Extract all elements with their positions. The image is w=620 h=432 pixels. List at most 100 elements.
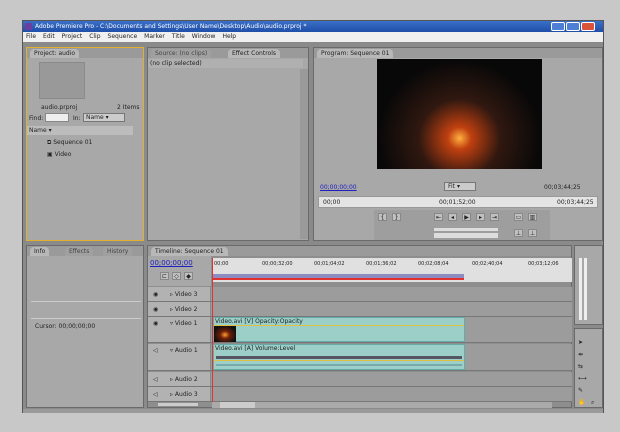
extract-button[interactable]: ⊥: [528, 229, 537, 237]
find-input[interactable]: [45, 113, 69, 122]
program-ruler[interactable]: 00;00 00;01;52;00 00;03;44;25: [318, 196, 598, 208]
find-label: Find:: [29, 115, 44, 122]
step-back-button[interactable]: ◂: [448, 213, 457, 221]
add-marker-button[interactable]: ◆: [184, 272, 193, 280]
timeline-panel: Timeline: Sequence 01 00;00;00;00 ⊏ ◇ ◆ …: [147, 245, 572, 408]
program-timecode[interactable]: 00;00;00;00: [320, 184, 357, 192]
opacity-line[interactable]: [214, 325, 464, 326]
clip-thumbnail: [214, 326, 236, 342]
column-label: Name: [29, 127, 47, 134]
track-label: ▹ Audio 3: [170, 391, 198, 398]
in-dropdown-value: Name: [86, 114, 104, 121]
scroll-thumb[interactable]: [220, 402, 255, 408]
shuttle-slider[interactable]: [434, 228, 498, 231]
ruler-label: 00;03;44;25: [557, 199, 594, 206]
tab-history[interactable]: History: [103, 247, 133, 256]
marker-button[interactable]: ◇: [172, 272, 181, 280]
audio-clip[interactable]: Video.avi [A] Volume:Level: [213, 344, 465, 370]
menu-bar: File Edit Project Clip Sequence Marker Title Wi…: [23, 32, 603, 42]
safe-margins-button[interactable]: ▥: [528, 213, 537, 221]
menu-edit[interactable]: Edit: [43, 33, 55, 40]
cursor-readout: Cursor: 00;00;00;00: [35, 323, 96, 330]
no-clip-label: (no clip selected): [148, 59, 303, 68]
speaker-icon[interactable]: ◁: [153, 391, 158, 399]
premiere-window: Adobe Premiere Pro - C:\Documents and Se…: [22, 20, 604, 413]
in-dropdown[interactable]: Name ▾: [83, 113, 125, 122]
window-title: Adobe Premiere Pro - C:\Documents and Se…: [35, 23, 307, 30]
divider: [31, 318, 141, 319]
rate-stretch-tool-icon[interactable]: ⇆: [578, 363, 583, 371]
project-item-video[interactable]: ▣ Video: [47, 151, 71, 159]
menu-file[interactable]: File: [26, 33, 36, 40]
close-button[interactable]: [581, 22, 595, 31]
mark-in-button[interactable]: {: [378, 213, 387, 221]
menu-marker[interactable]: Marker: [144, 33, 165, 40]
mark-out-button[interactable]: }: [392, 213, 401, 221]
menu-help[interactable]: Help: [222, 33, 236, 40]
play-button[interactable]: ▶: [462, 213, 471, 221]
ripple-edit-tool-icon[interactable]: ⇹: [578, 351, 583, 359]
zoom-tool-icon[interactable]: ⌕: [591, 399, 594, 407]
menu-clip[interactable]: Clip: [89, 33, 100, 40]
pen-tool-icon[interactable]: ✎: [578, 387, 583, 395]
eye-icon[interactable]: ◉: [153, 320, 158, 328]
source-panel: Source: (no clips) Effect Controls (no cl…: [147, 47, 309, 241]
eye-icon[interactable]: ◉: [153, 291, 158, 299]
track-label: ▹ Video 3: [170, 291, 198, 298]
track-label: ▿ Video 1: [170, 320, 198, 327]
tab-project[interactable]: Project: audio: [30, 49, 80, 58]
horizontal-scrollbar[interactable]: [212, 402, 552, 408]
menu-project[interactable]: Project: [62, 33, 83, 40]
tab-program[interactable]: Program: Sequence 01: [317, 49, 394, 58]
eye-icon[interactable]: ◉: [153, 306, 158, 314]
tab-effects[interactable]: Effects: [65, 247, 94, 256]
timeline-header: 00;00;00;00 ⊏ ◇ ◆: [148, 256, 211, 286]
in-label: In:: [73, 115, 81, 122]
lift-button[interactable]: ⊥: [514, 229, 523, 237]
menu-sequence[interactable]: Sequence: [108, 33, 138, 40]
render-bar: [212, 278, 464, 280]
divider: [31, 301, 141, 302]
zoom-dropdown[interactable]: Fit ▾: [444, 182, 476, 191]
transport-controls: { } ⇤ ◂ ▶ ▸ ⇥ ▭ ▥ ⊥ ⊥: [374, 210, 550, 240]
tools-panel: ➤ ⇹ ⇆ ⟷ ✎ ✋ ⌕: [574, 328, 603, 408]
hand-tool-icon[interactable]: ✋: [578, 399, 585, 407]
scrollbar[interactable]: [300, 69, 308, 239]
slip-tool-icon[interactable]: ⟷: [578, 375, 587, 383]
timeline-ruler[interactable]: 00;00 00;00;32;00 00;01;04;02 00;01;36;0…: [212, 258, 572, 282]
go-to-in-button[interactable]: ⇤: [434, 213, 443, 221]
jog-wheel[interactable]: [434, 233, 498, 238]
speaker-icon[interactable]: ◁: [153, 347, 158, 355]
speaker-icon[interactable]: ◁: [153, 376, 158, 384]
snap-button[interactable]: ⊏: [160, 272, 169, 280]
selection-tool-icon[interactable]: ➤: [578, 339, 583, 347]
menu-window[interactable]: Window: [192, 33, 216, 40]
name-column-header[interactable]: Name ▾: [27, 126, 133, 135]
project-item-sequence[interactable]: ⧉ Sequence 01: [47, 139, 92, 147]
program-duration: 00;03;44;25: [544, 184, 581, 191]
go-to-out-button[interactable]: ⇥: [490, 213, 499, 221]
ruler-label: 00;00;32;00: [262, 261, 293, 267]
playhead[interactable]: [212, 258, 213, 402]
tab-timeline[interactable]: Timeline: Sequence 01: [151, 247, 228, 256]
audio-meters-panel: [574, 245, 603, 325]
ruler-label: 00;00: [323, 199, 341, 206]
track-label: ▿ Audio 1: [170, 347, 198, 354]
video-clip[interactable]: Video.avi [V] Opacity:Opacity: [213, 317, 465, 342]
minimize-button[interactable]: [551, 22, 565, 31]
maximize-button[interactable]: [566, 22, 580, 31]
step-forward-button[interactable]: ▸: [476, 213, 485, 221]
preview-thumbnail: [39, 62, 85, 99]
timeline-timecode[interactable]: 00;00;00;00: [150, 259, 193, 267]
menu-title[interactable]: Title: [172, 33, 185, 40]
tab-info[interactable]: Info: [30, 247, 50, 256]
tab-source[interactable]: Source: (no clips): [151, 49, 212, 58]
tab-effect-controls[interactable]: Effect Controls: [228, 49, 280, 58]
ruler-label: 00;01;52;00: [439, 199, 476, 206]
volume-line[interactable]: [214, 360, 464, 361]
loop-button[interactable]: ▭: [514, 213, 523, 221]
project-item-count: 2 Items: [117, 104, 140, 111]
program-monitor: Program: Sequence 01 00;00;00;00 Fit ▾ 0…: [313, 47, 603, 241]
title-bar: Adobe Premiere Pro - C:\Documents and Se…: [23, 21, 603, 32]
zoom-slider[interactable]: [158, 403, 198, 406]
